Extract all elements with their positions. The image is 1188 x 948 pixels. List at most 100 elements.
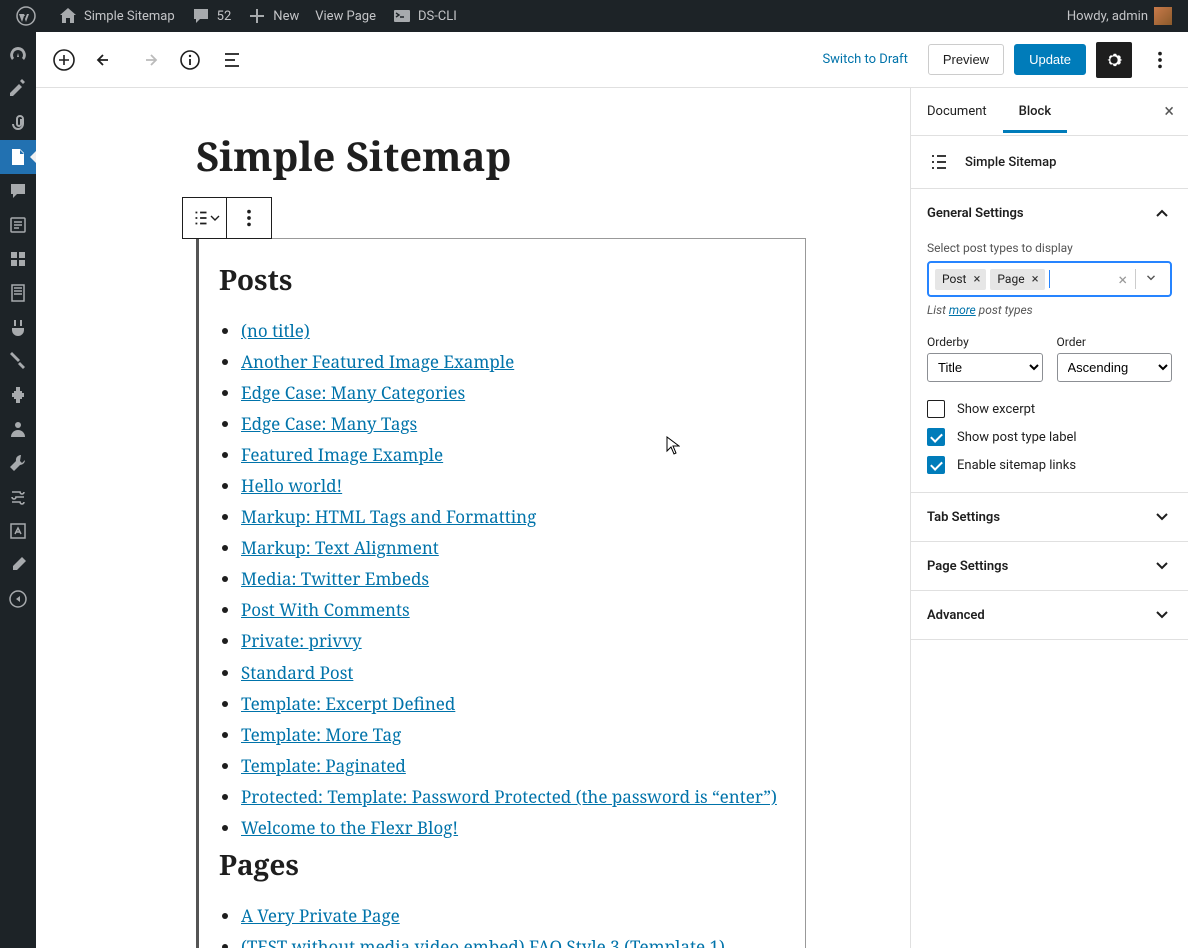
menu-templates[interactable] <box>0 276 36 310</box>
menu-tools[interactable] <box>0 446 36 480</box>
add-block-button[interactable] <box>46 42 82 78</box>
panel-general: General Settings Select post types to di… <box>911 188 1188 492</box>
post-types-select[interactable]: Post×Page×× <box>927 261 1172 297</box>
sitemap-list: A Very Private Page (TEST without media v… <box>219 902 785 948</box>
panel-tab-header[interactable]: Tab Settings <box>911 493 1188 541</box>
menu-users[interactable] <box>0 412 36 446</box>
sitemap-link[interactable]: Edge Case: Many Tags <box>241 412 417 435</box>
outline-button[interactable] <box>214 42 250 78</box>
view-page-link[interactable]: View Page <box>307 0 384 32</box>
comments-link[interactable]: 52 <box>183 0 240 32</box>
chip-remove[interactable]: × <box>1030 272 1041 287</box>
panel-general-header[interactable]: General Settings <box>911 189 1188 237</box>
panel-advanced-header[interactable]: Advanced <box>911 591 1188 639</box>
more-menu[interactable] <box>1142 42 1178 78</box>
list-item: Markup: HTML Tags and Formatting <box>241 503 785 531</box>
checkbox-row[interactable]: Show excerpt <box>927 400 1172 418</box>
chip-remove[interactable]: × <box>971 272 982 287</box>
sitemap-link[interactable]: Protected: Template: Password Protected … <box>241 785 777 808</box>
checkbox[interactable] <box>927 428 945 446</box>
sitemap-link[interactable]: Media: Twitter Embeds <box>241 567 429 590</box>
chevron-down-icon <box>1152 556 1172 576</box>
menu-collapse[interactable] <box>0 582 36 616</box>
editor-header: Switch to Draft Preview Update <box>36 32 1188 88</box>
admin-menu <box>0 32 36 948</box>
more-link[interactable]: more <box>949 303 976 317</box>
admin-bar: Simple Sitemap 52 New View Page DS-CLI H… <box>0 0 1188 32</box>
menu-media[interactable] <box>0 106 36 140</box>
checkbox[interactable] <box>927 400 945 418</box>
order-select[interactable]: Ascending <box>1057 353 1173 382</box>
list-item: Private: privvy <box>241 627 785 655</box>
menu-appearance[interactable] <box>0 344 36 378</box>
sitemap-section-heading: Pages <box>219 846 785 884</box>
checkbox-row[interactable]: Show post type label <box>927 428 1172 446</box>
sitemap-link[interactable]: Standard Post <box>241 661 353 684</box>
sitemap-link[interactable]: Welcome to the Flexr Blog! <box>241 816 458 839</box>
sitemap-link[interactable]: A Very Private Page <box>241 904 400 927</box>
list-item: Media: Twitter Embeds <box>241 565 785 593</box>
editor-canvas[interactable]: Simple Sitemap Posts(no title)Another Fe… <box>36 88 910 948</box>
orderby-select[interactable]: Title <box>927 353 1043 382</box>
page-title[interactable]: Simple Sitemap <box>196 128 910 183</box>
checkbox[interactable] <box>927 456 945 474</box>
sitemap-link[interactable]: Template: More Tag <box>241 723 401 746</box>
preview-button[interactable]: Preview <box>928 44 1004 75</box>
settings-toggle[interactable] <box>1096 42 1132 78</box>
menu-comments[interactable] <box>0 174 36 208</box>
chevron-down-icon <box>1152 605 1172 625</box>
list-item: Template: Excerpt Defined <box>241 690 785 718</box>
new-link[interactable]: New <box>239 0 307 32</box>
dropdown-toggle[interactable] <box>1138 270 1164 289</box>
switch-to-draft[interactable]: Switch to Draft <box>812 46 917 73</box>
sitemap-link[interactable]: Hello world! <box>241 474 342 497</box>
sitemap-link[interactable]: Another Featured Image Example <box>241 350 514 373</box>
menu-plugins[interactable] <box>0 378 36 412</box>
checkbox-row[interactable]: Enable sitemap links <box>927 456 1172 474</box>
panel-page-header[interactable]: Page Settings <box>911 542 1188 590</box>
tab-block[interactable]: Block <box>1003 90 1067 133</box>
menu-testimonials[interactable] <box>0 310 36 344</box>
update-button[interactable]: Update <box>1014 44 1086 75</box>
site-name-link[interactable]: Simple Sitemap <box>50 0 183 32</box>
sitemap-link[interactable]: Post With Comments <box>241 598 410 621</box>
menu-blocks[interactable] <box>0 242 36 276</box>
tab-document[interactable]: Document <box>911 90 1003 133</box>
howdy-account[interactable]: Howdy, admin <box>1059 0 1180 32</box>
menu-pages[interactable] <box>0 140 36 174</box>
menu-posts[interactable] <box>0 72 36 106</box>
list-item: Standard Post <box>241 659 785 687</box>
block-more-button[interactable] <box>227 198 271 238</box>
sitemap-link[interactable]: Template: Excerpt Defined <box>241 692 455 715</box>
clear-all[interactable]: × <box>1112 270 1133 289</box>
menu-settings[interactable] <box>0 480 36 514</box>
sidebar-close[interactable]: × <box>1150 101 1188 122</box>
menu-item-a[interactable] <box>0 514 36 548</box>
block-toolbar <box>182 197 272 239</box>
panel-page-settings: Page Settings <box>911 541 1188 590</box>
menu-item-b[interactable] <box>0 548 36 582</box>
ds-cli-link[interactable]: DS-CLI <box>384 0 465 32</box>
sitemap-link[interactable]: (no title) <box>241 319 310 342</box>
sitemap-link[interactable]: Edge Case: Many Categories <box>241 381 465 404</box>
sitemap-link[interactable]: Featured Image Example <box>241 443 443 466</box>
menu-dashboard[interactable] <box>0 38 36 72</box>
redo-button[interactable] <box>130 42 166 78</box>
undo-button[interactable] <box>88 42 124 78</box>
post-type-chip: Page× <box>990 269 1044 290</box>
avatar <box>1154 7 1172 25</box>
sitemap-list: (no title) Another Featured Image Example… <box>219 317 785 842</box>
sitemap-link[interactable]: Markup: Text Alignment <box>241 536 439 559</box>
info-button[interactable] <box>172 42 208 78</box>
menu-forms[interactable] <box>0 208 36 242</box>
panel-tab-settings: Tab Settings <box>911 492 1188 541</box>
sitemap-block[interactable]: Posts(no title)Another Featured Image Ex… <box>196 238 806 948</box>
wp-logo[interactable] <box>8 0 50 32</box>
sitemap-link[interactable]: Private: privvy <box>241 629 362 652</box>
sitemap-link[interactable]: (TEST without media video embed) FAQ Sty… <box>241 935 725 948</box>
sitemap-link[interactable]: Markup: HTML Tags and Formatting <box>241 505 536 528</box>
new-label: New <box>273 9 299 24</box>
block-type-button[interactable] <box>183 198 227 238</box>
sitemap-link[interactable]: Template: Paginated <box>241 754 406 777</box>
list-item: A Very Private Page <box>241 902 785 930</box>
